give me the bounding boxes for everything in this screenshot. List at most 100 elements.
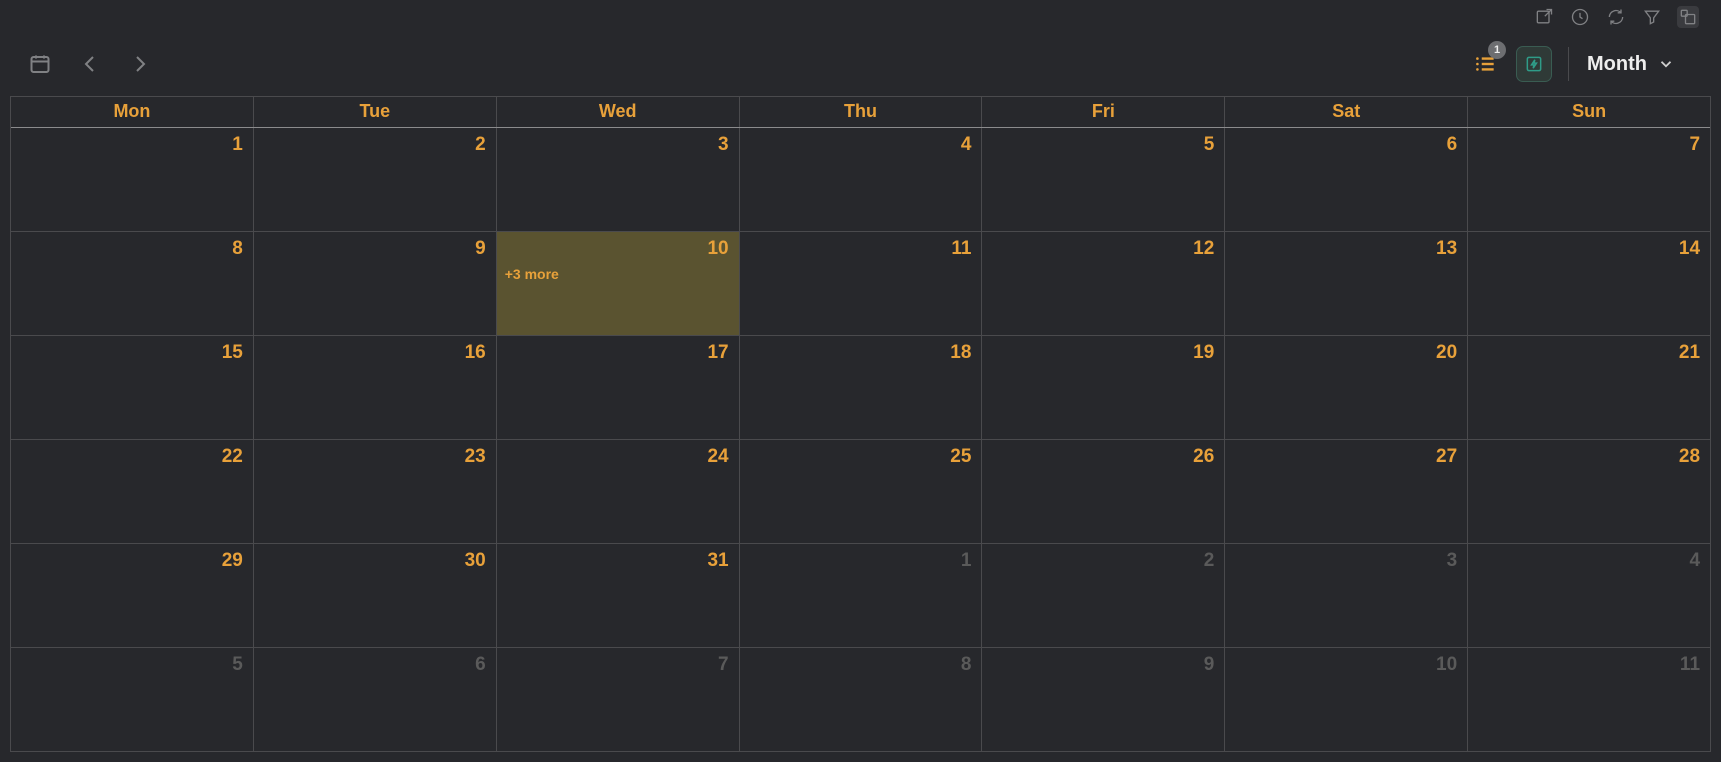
calendar-day-cell[interactable]: 9 [254,232,497,335]
day-header: Wed [497,97,740,127]
calendar-day-cell[interactable]: 29 [11,544,254,647]
history-icon[interactable] [1569,6,1591,28]
calendar-day-cell[interactable]: 21 [1468,336,1710,439]
system-toolbar [1533,6,1699,28]
day-number: 1 [232,134,243,156]
day-number: 6 [475,654,486,676]
quick-action-button[interactable] [1516,46,1552,82]
day-number: 3 [1447,550,1458,572]
calendar-day-cell[interactable]: 13 [1225,232,1468,335]
day-number: 10 [1436,654,1457,676]
calendar-day-cell[interactable]: 28 [1468,440,1710,543]
day-number: 8 [961,654,972,676]
calendar-day-cell[interactable]: 2 [254,128,497,231]
calendar-day-cell[interactable]: 5 [11,648,254,751]
calendar-day-cell[interactable]: 11 [1468,648,1710,751]
calendar-day-cell[interactable]: 27 [1225,440,1468,543]
calendar-day-cell[interactable]: 5 [982,128,1225,231]
refresh-icon[interactable] [1605,6,1627,28]
calendar-day-cell[interactable]: 1 [11,128,254,231]
calendar-day-cell[interactable]: 6 [254,648,497,751]
day-number: 2 [475,134,486,156]
calendar-day-cell[interactable]: 23 [254,440,497,543]
calendar-day-cell[interactable]: 8 [740,648,983,751]
calendar-day-header-row: MonTueWedThuFriSatSun [11,97,1710,128]
day-header: Sun [1468,97,1710,127]
calendar-day-cell[interactable]: 3 [1225,544,1468,647]
event-count-badge: 1 [1488,41,1506,59]
calendar-week-row: 8 9 10 +3 more 11 12 1314 [11,232,1710,336]
calendar-day-cell[interactable]: 8 [11,232,254,335]
calendar-day-cell[interactable]: 4 [1468,544,1710,647]
layout-icon[interactable] [1677,6,1699,28]
calendar-week-row: 1 234 5 67 [11,128,1710,232]
calendar-day-cell[interactable]: 15 [11,336,254,439]
view-selector-label: Month [1587,53,1647,76]
day-number: 17 [707,342,728,364]
calendar-day-cell[interactable]: 31 [497,544,740,647]
day-header: Sat [1225,97,1468,127]
calendar-day-cell[interactable]: 18 [740,336,983,439]
calendar-day-cell[interactable]: 7 [1468,128,1710,231]
chevron-right-icon[interactable] [126,50,154,78]
day-number: 7 [718,654,729,676]
event-list-button[interactable]: 1 [1468,47,1502,81]
calendar-day-cell[interactable]: 11 [740,232,983,335]
day-header: Tue [254,97,497,127]
separator [1568,47,1569,81]
calendar-day-cell[interactable]: 16 [254,336,497,439]
calendar-day-cell[interactable]: 6 [1225,128,1468,231]
calendar-day-cell[interactable]: 14 [1468,232,1710,335]
calendar-day-cell[interactable]: 20 [1225,336,1468,439]
day-number: 30 [465,550,486,572]
day-header: Thu [740,97,983,127]
calendar-day-cell[interactable]: 1 [740,544,983,647]
calendar-day-cell[interactable]: 2 [982,544,1225,647]
day-number: 22 [222,446,243,468]
calendar-day-cell[interactable]: 10 +3 more [497,232,740,335]
calendar-day-cell[interactable]: 9 [982,648,1225,751]
calendar-week-row: 15 16 17 18 19 20 21 [11,336,1710,440]
calendar-day-cell[interactable]: 22 [11,440,254,543]
day-number: 2 [1204,550,1215,572]
day-number: 6 [1447,134,1458,156]
calendar-week-row: 22 23 2425 26 27 28 [11,440,1710,544]
calendar-day-cell[interactable]: 3 [497,128,740,231]
day-number: 27 [1436,446,1457,468]
day-number: 23 [465,446,486,468]
calendar-day-cell[interactable]: 12 [982,232,1225,335]
view-selector[interactable]: Month [1587,53,1681,76]
chevron-left-icon[interactable] [76,50,104,78]
day-number: 29 [222,550,243,572]
calendar-header: 1 Month [26,44,1681,84]
calendar-day-cell[interactable]: 26 [982,440,1225,543]
filter-icon[interactable] [1641,6,1663,28]
day-number: 5 [232,654,243,676]
calendar-grid: MonTueWedThuFriSatSun 12345678910+3 more… [10,96,1711,752]
calendar-day-cell[interactable]: 30 [254,544,497,647]
calendar-day-cell[interactable]: 25 [740,440,983,543]
day-number: 18 [950,342,971,364]
day-number: 10 [707,238,728,260]
calendar-body: 12345678910+3 more1112131415161718192021… [11,128,1710,751]
calendar-day-cell[interactable]: 17 [497,336,740,439]
day-number: 26 [1193,446,1214,468]
more-events-link[interactable]: +3 more [505,266,559,282]
calendar-week-row: 5 6 7 89 10 11 [11,648,1710,751]
calendar-icon[interactable] [26,50,54,78]
calendar-day-cell[interactable]: 4 [740,128,983,231]
day-number: 11 [1680,654,1700,676]
day-number: 28 [1679,446,1700,468]
calendar-day-cell[interactable]: 7 [497,648,740,751]
day-number: 9 [475,238,486,260]
day-number: 16 [465,342,486,364]
calendar-day-cell[interactable]: 10 [1225,648,1468,751]
calendar-day-cell[interactable]: 24 [497,440,740,543]
day-number: 5 [1204,134,1215,156]
day-number: 11 [951,238,971,260]
day-number: 1 [961,550,972,572]
export-icon[interactable] [1533,6,1555,28]
calendar-day-cell[interactable]: 19 [982,336,1225,439]
day-number: 20 [1436,342,1457,364]
day-number: 12 [1193,238,1214,260]
